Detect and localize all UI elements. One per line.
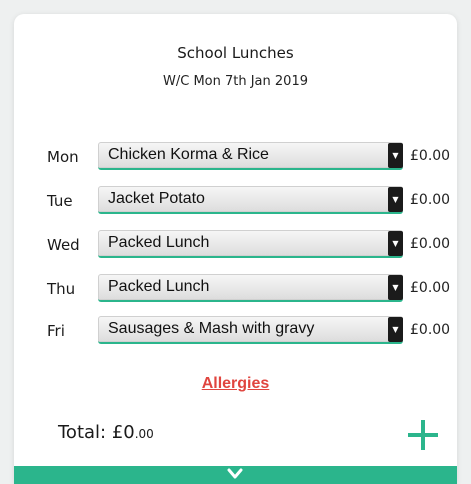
dropdown-arrow-icon[interactable]: ▼	[388, 275, 403, 300]
expand-bar[interactable]	[14, 466, 457, 484]
day-label: Wed	[47, 236, 80, 254]
dropdown-arrow-icon[interactable]: ▼	[388, 317, 403, 342]
meal-price: £0.00	[410, 148, 451, 164]
day-label: Tue	[47, 192, 73, 210]
day-row-tue: Tue Jacket Potato ▼ £0.00	[14, 186, 457, 216]
dropdown-arrow-icon[interactable]: ▼	[388, 231, 403, 256]
lunch-card: School Lunches W/C Mon 7th Jan 2019 Mon …	[14, 14, 457, 484]
meal-select-thu[interactable]: Packed Lunch ▼	[98, 274, 403, 302]
meal-select-value: Jacket Potato	[108, 190, 205, 207]
page-title: School Lunches	[177, 44, 294, 62]
meal-select-wed[interactable]: Packed Lunch ▼	[98, 230, 403, 258]
day-label: Mon	[47, 148, 79, 166]
meal-select-value: Chicken Korma & Rice	[108, 146, 269, 163]
meal-price: £0.00	[410, 192, 451, 208]
dropdown-arrow-icon[interactable]: ▼	[388, 187, 403, 212]
meal-price: £0.00	[410, 280, 451, 296]
day-row-wed: Wed Packed Lunch ▼ £0.00	[14, 230, 457, 260]
day-row-fri: Fri Sausages & Mash with gravy ▼ £0.00	[14, 316, 457, 346]
day-row-thu: Thu Packed Lunch ▼ £0.00	[14, 274, 457, 304]
meal-select-value: Sausages & Mash with gravy	[108, 320, 315, 337]
plus-icon[interactable]	[406, 418, 440, 452]
meal-select-value: Packed Lunch	[108, 278, 210, 295]
day-label: Fri	[47, 322, 65, 340]
meal-price: £0.00	[410, 236, 451, 252]
meal-price: £0.00	[410, 322, 451, 338]
chevron-down-icon	[227, 468, 243, 479]
meal-select-mon[interactable]: Chicken Korma & Rice ▼	[98, 142, 403, 170]
meal-select-fri[interactable]: Sausages & Mash with gravy ▼	[98, 316, 403, 344]
day-label: Thu	[47, 280, 76, 298]
day-row-mon: Mon Chicken Korma & Rice ▼ £0.00	[14, 142, 457, 172]
dropdown-arrow-icon[interactable]: ▼	[388, 143, 403, 168]
week-subtitle: W/C Mon 7th Jan 2019	[163, 74, 308, 89]
allergies-link[interactable]: Allergies	[14, 375, 457, 393]
total-pence: .00	[134, 427, 154, 441]
meal-select-tue[interactable]: Jacket Potato ▼	[98, 186, 403, 214]
meal-select-value: Packed Lunch	[108, 234, 210, 251]
total-label: Total: £0	[58, 422, 135, 443]
total-amount: Total: £0.00	[58, 422, 154, 443]
